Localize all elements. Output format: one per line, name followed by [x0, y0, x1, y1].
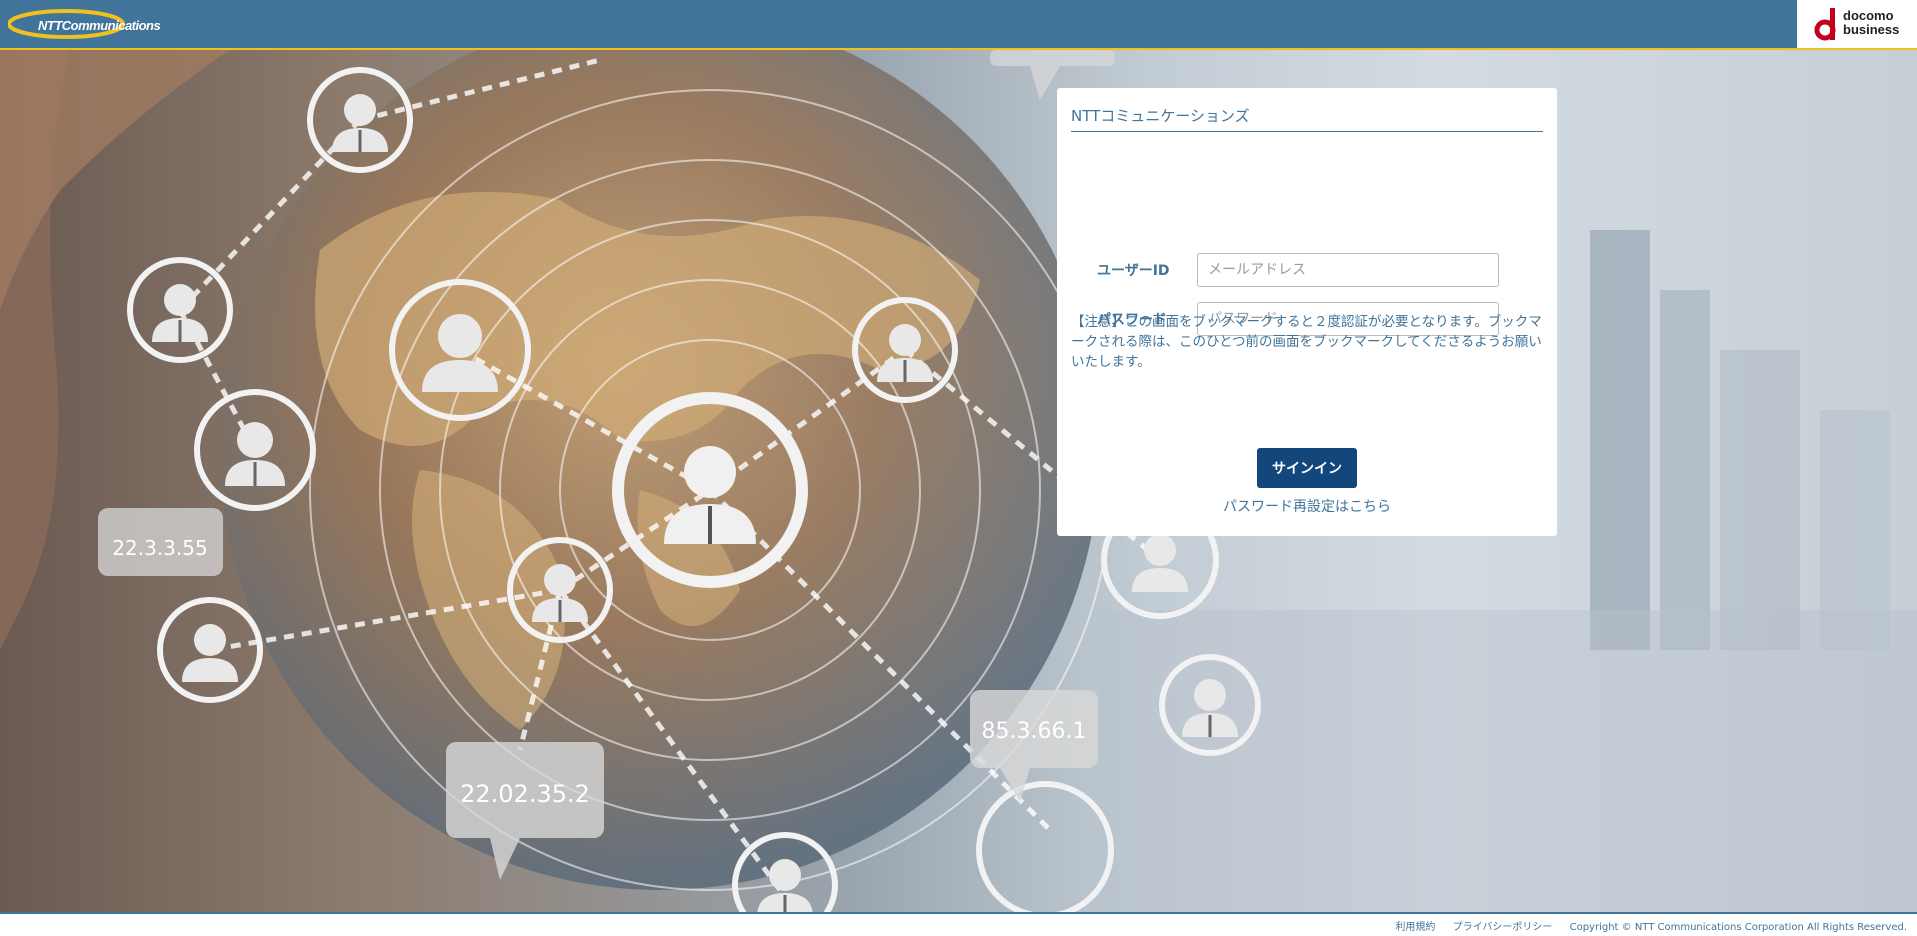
user-id-input[interactable]	[1197, 253, 1499, 287]
ip-bubble-2: 22.02.35.2	[460, 780, 590, 808]
login-panel: NTTコミュニケーションズ ユーザーID パスワード 【注意】この画面をブックマ…	[1057, 88, 1557, 536]
ntt-logo-text: NTTCommunications	[38, 18, 161, 33]
docomo-d-icon	[1814, 8, 1836, 41]
user-id-label: ユーザーID	[1097, 263, 1170, 279]
bookmark-notice: 【注意】この画面をブックマークすると２度認証が必要となります。ブックマークされる…	[1071, 314, 1542, 370]
privacy-link[interactable]: プライバシーポリシー	[1453, 922, 1553, 933]
footer-bar: 利用規約 プライバシーポリシー Copyright © NTT Communic…	[0, 912, 1917, 936]
ip-bubble-3: 85.3.66.1	[982, 719, 1087, 744]
signin-button[interactable]: サインイン	[1257, 448, 1357, 488]
background-image: 22.3.3.55 22.02.35.2 85.3.66.1	[0, 50, 1917, 912]
terms-link[interactable]: 利用規約	[1395, 922, 1435, 933]
network-globe-illustration: 22.3.3.55 22.02.35.2 85.3.66.1	[0, 50, 1917, 912]
docomo-logo-line1: docomo	[1843, 8, 1894, 23]
password-reset-link[interactable]: パスワード再設定はこちら	[1057, 496, 1557, 516]
ntt-communications-logo[interactable]: NTTCommunications	[7, 6, 161, 42]
login-panel-title: NTTコミュニケーションズ	[1071, 105, 1543, 132]
top-header: NTTCommunications docomo business	[0, 0, 1917, 50]
docomo-logo-line2: business	[1843, 22, 1900, 37]
ip-bubble-1: 22.3.3.55	[112, 536, 207, 560]
docomo-business-logo: docomo business	[1797, 0, 1917, 48]
copyright-text: Copyright © NTT Communications Corporati…	[1569, 922, 1907, 933]
